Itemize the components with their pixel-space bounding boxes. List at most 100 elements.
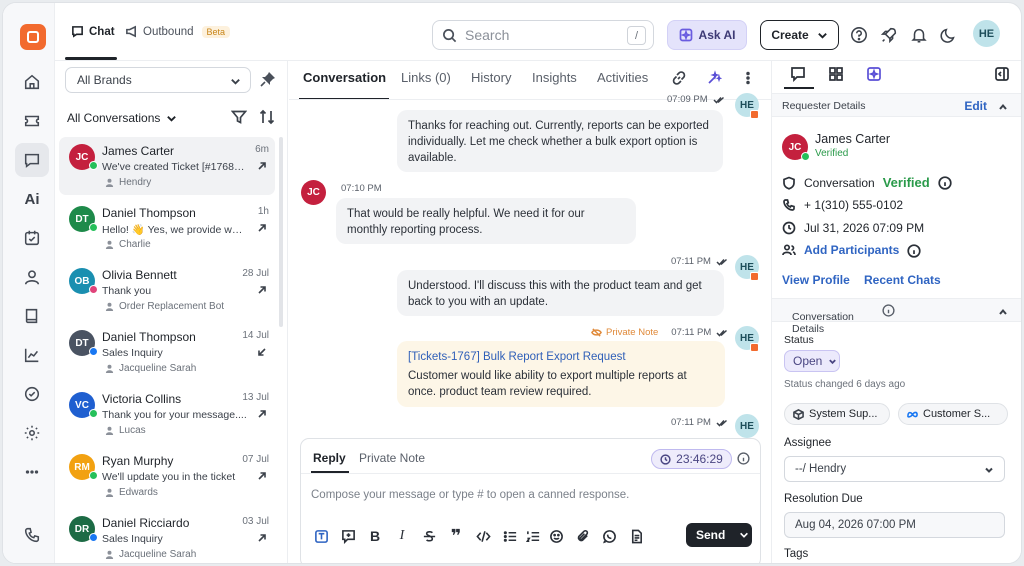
- conversation-verification-row: Conversation Verified: [782, 175, 952, 190]
- conversation-view-value: All Conversations: [67, 111, 161, 125]
- ticket-link[interactable]: [Tickets-1767] Bulk Report Export Reques…: [408, 349, 714, 365]
- conversation-details-header[interactable]: Conversation Details: [772, 298, 1021, 335]
- whatsapp-channel-icon: [801, 152, 810, 161]
- info-icon[interactable]: [737, 452, 750, 465]
- list-item[interactable]: VC Victoria Collins 13 Jul Thank you for…: [59, 385, 275, 443]
- knowledge-base-icon[interactable]: [15, 299, 49, 333]
- ai-magic-wand-icon[interactable]: [706, 70, 724, 88]
- tags-label: Tags: [784, 548, 809, 560]
- chevron-up-icon[interactable]: [998, 102, 1008, 112]
- approvals-icon[interactable]: [15, 377, 49, 411]
- tab-activities[interactable]: Activities: [597, 70, 648, 85]
- help-icon[interactable]: [849, 25, 869, 45]
- recent-chats-link[interactable]: Recent Chats: [864, 273, 941, 287]
- ask-ai-button[interactable]: Ask AI: [667, 20, 747, 50]
- collapse-panel-icon[interactable]: [994, 66, 1012, 84]
- section-title-text: Conversation Details: [792, 311, 854, 335]
- tab-chat[interactable]: Chat: [71, 25, 115, 38]
- status-select[interactable]: Open: [784, 350, 840, 372]
- conversation-preview: We'll update you in the ticket: [102, 471, 236, 483]
- view-profile-link[interactable]: View Profile: [782, 273, 850, 287]
- brand-chip[interactable]: Customer S...: [898, 403, 1008, 425]
- strikethrough-icon[interactable]: [421, 528, 437, 544]
- contacts-icon[interactable]: [15, 260, 49, 294]
- italic-icon[interactable]: I: [394, 528, 410, 544]
- settings-gear-icon[interactable]: [15, 416, 49, 450]
- ai-assist-icon[interactable]: [866, 66, 884, 84]
- ticket-icon[interactable]: [15, 104, 49, 138]
- more-options-icon[interactable]: [15, 455, 49, 489]
- list-item[interactable]: DT Daniel Thompson 1h Hello! 👋 Yes, we p…: [59, 199, 275, 257]
- user-avatar[interactable]: HE: [973, 20, 1000, 47]
- info-icon[interactable]: [882, 304, 895, 317]
- info-icon[interactable]: [938, 176, 952, 190]
- numbered-list-icon[interactable]: [525, 528, 541, 544]
- list-item[interactable]: DR Daniel Ricciardo 03 Jul Sales Inquiry…: [59, 509, 275, 563]
- person-icon: [105, 240, 114, 249]
- tab-reply[interactable]: Reply: [313, 451, 346, 465]
- assignee-select[interactable]: --/ Hendry: [784, 456, 1005, 482]
- tab-conversation[interactable]: Conversation: [303, 70, 386, 85]
- search-input[interactable]: Search /: [432, 20, 654, 50]
- grid-apps-icon[interactable]: [828, 66, 846, 84]
- chat-icon[interactable]: [15, 143, 49, 177]
- conversation-view-select[interactable]: All Conversations: [67, 111, 177, 125]
- info-icon[interactable]: [907, 243, 922, 258]
- bullet-list-icon[interactable]: [502, 528, 518, 544]
- create-button[interactable]: Create: [760, 20, 839, 50]
- whatsapp-template-icon[interactable]: [601, 528, 617, 544]
- tab-history[interactable]: History: [471, 70, 511, 85]
- tab-outbound[interactable]: Outbound Beta: [125, 25, 231, 38]
- add-participants-link[interactable]: Add Participants: [804, 243, 899, 257]
- tab-insights[interactable]: Insights: [532, 70, 577, 85]
- tab-private-note[interactable]: Private Note: [359, 451, 425, 465]
- send-button[interactable]: Send: [686, 523, 752, 547]
- list-item[interactable]: JC James Carter 6m We've created Ticket …: [59, 137, 275, 195]
- ask-ai-label: Ask AI: [698, 28, 736, 42]
- link-icon[interactable]: [671, 70, 689, 88]
- phone-icon[interactable]: [15, 518, 49, 552]
- pin-icon[interactable]: [260, 71, 276, 87]
- analytics-icon[interactable]: [15, 338, 49, 372]
- cube-icon: [793, 408, 804, 420]
- filter-icon[interactable]: [230, 109, 248, 126]
- document-icon[interactable]: [628, 528, 644, 544]
- edit-requester-link[interactable]: Edit: [964, 99, 987, 113]
- notification-bell-icon[interactable]: [909, 25, 929, 45]
- text-format-icon[interactable]: [313, 528, 329, 544]
- group-chip[interactable]: System Sup...: [784, 403, 890, 425]
- requester-details-header[interactable]: Requester Details Edit: [772, 93, 1021, 117]
- rocket-icon[interactable]: [879, 25, 899, 45]
- list-item[interactable]: DT Daniel Thompson 14 Jul Sales Inquiry …: [59, 323, 275, 381]
- home-icon[interactable]: [15, 65, 49, 99]
- resolution-due-field[interactable]: Aug 04, 2026 07:00 PM: [784, 512, 1005, 538]
- active-tab-indicator: [784, 87, 814, 89]
- contact-name: Daniel Thompson: [102, 206, 196, 220]
- ai-nav-item[interactable]: Ai: [15, 182, 49, 216]
- chat-details-icon[interactable]: [790, 66, 808, 84]
- list-item[interactable]: RM Ryan Murphy 07 Jul We'll update you i…: [59, 447, 275, 505]
- dark-mode-moon-icon[interactable]: [939, 25, 959, 45]
- status-label: Status: [784, 334, 814, 346]
- attachment-icon[interactable]: [575, 528, 591, 544]
- message-input[interactable]: Compose your message or type # to open a…: [311, 489, 629, 501]
- conversation-preview: Sales Inquiry: [102, 347, 163, 359]
- code-icon[interactable]: [475, 528, 491, 544]
- chevron-up-icon[interactable]: [998, 307, 1008, 317]
- task-icon[interactable]: [15, 221, 49, 255]
- canned-response-icon[interactable]: [340, 528, 356, 544]
- chat-bubble-icon: [72, 26, 83, 38]
- emoji-icon[interactable]: [548, 528, 564, 544]
- quote-icon[interactable]: ❞: [448, 526, 464, 546]
- more-vertical-icon[interactable]: [740, 70, 758, 88]
- sort-icon[interactable]: [259, 109, 276, 126]
- instagram-channel-icon: [89, 285, 98, 294]
- list-scrollbar[interactable]: [279, 137, 283, 327]
- conversation-preview: We've created Ticket [#17689]...: [102, 161, 248, 173]
- bold-icon[interactable]: B: [367, 528, 383, 544]
- tab-links[interactable]: Links (0): [401, 70, 451, 85]
- brand-select[interactable]: All Brands: [65, 67, 251, 93]
- agent-name: Hendry: [119, 177, 152, 188]
- list-item[interactable]: OB Olivia Bennett 28 Jul Thank you Order…: [59, 261, 275, 319]
- app-logo[interactable]: [20, 24, 46, 50]
